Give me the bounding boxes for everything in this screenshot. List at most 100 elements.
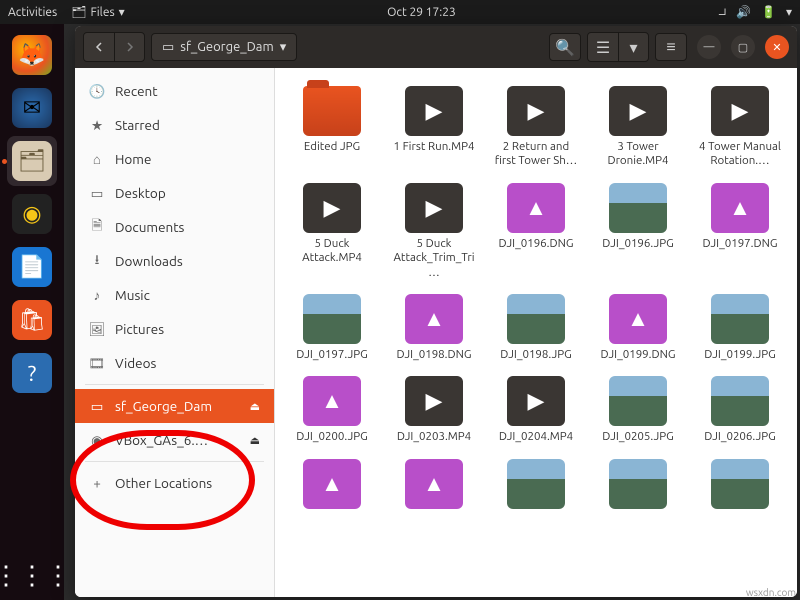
sidebar-mount-vbox[interactable]: ◉VBox_GAs_6.…⏏: [75, 423, 274, 457]
forward-button[interactable]: [114, 33, 144, 61]
file-label: 4 Tower Manual Rotation.…: [695, 140, 785, 169]
sidebar-videos[interactable]: 🎞Videos: [75, 346, 274, 380]
dock-help[interactable]: ?: [7, 348, 57, 398]
path-bar[interactable]: ▭ sf_George_Dam ▾: [151, 33, 297, 61]
menu-button[interactable]: ≡: [655, 33, 687, 61]
file-item[interactable]: ▶4 Tower Manual Rotation.…: [691, 82, 789, 173]
search-icon: 🔍: [555, 38, 575, 57]
file-item[interactable]: ▶ DJI_0203.MP4: [385, 372, 483, 448]
clock-icon: 🕓: [89, 83, 105, 100]
drive-icon: ▭: [162, 40, 174, 55]
hamburger-icon: ≡: [666, 38, 675, 57]
video-icon: ▶: [507, 86, 565, 136]
chevron-down-icon[interactable]: ▾: [786, 5, 792, 19]
sidebar-starred[interactable]: ★Starred: [75, 108, 274, 142]
dock-firefox[interactable]: 🦊: [7, 30, 57, 80]
file-item[interactable]: ▲: [283, 455, 381, 517]
documents-icon: 🗎: [89, 216, 105, 239]
plus-icon: +: [89, 475, 105, 491]
maximize-button[interactable]: ▢: [731, 35, 755, 59]
sidebar-mount-sf-george-dam[interactable]: ▭sf_George_Dam⏏: [75, 389, 274, 423]
file-item[interactable]: ▲DJI_0199.DNG: [589, 290, 687, 366]
app-menu[interactable]: 🗂 Files ▾: [71, 5, 124, 19]
file-item[interactable]: ▶1 First Run.MP4: [385, 82, 483, 173]
file-label: Edited JPG: [304, 140, 360, 154]
activities-button[interactable]: Activities: [8, 6, 57, 19]
file-item[interactable]: ▶ 3 Tower Dronie.MP4: [589, 82, 687, 173]
file-item[interactable]: DJI_0199.JPG: [691, 290, 789, 366]
sidebar-home[interactable]: ⌂Home: [75, 142, 274, 176]
battery-icon[interactable]: 🔋: [761, 5, 776, 19]
drive-icon: ▭: [89, 398, 105, 415]
file-item[interactable]: [691, 455, 789, 517]
file-item[interactable]: ▲DJI_0196.DNG: [487, 179, 585, 284]
download-icon: ⭳: [89, 250, 105, 273]
file-item[interactable]: Edited JPG: [283, 82, 381, 173]
file-label: DJI_0197.JPG: [296, 348, 367, 362]
network-icon[interactable]: ⯾: [718, 3, 726, 21]
sidebar-recent[interactable]: 🕓Recent: [75, 74, 274, 108]
file-label: 2 Return and first Tower Sh…: [491, 140, 581, 169]
close-button[interactable]: ✕: [765, 35, 789, 59]
file-item[interactable]: DJI_0196.JPG: [589, 179, 687, 284]
star-icon: ★: [89, 117, 105, 134]
file-item[interactable]: [589, 455, 687, 517]
dock-rhythmbox[interactable]: ◉: [7, 189, 57, 239]
dock-software[interactable]: 🛍: [7, 295, 57, 345]
search-button[interactable]: 🔍: [549, 33, 581, 61]
file-item[interactable]: ▶DJI_0204.MP4: [487, 372, 585, 448]
file-label: DJI_0203.MP4: [397, 430, 471, 444]
minimize-button[interactable]: —: [697, 35, 721, 59]
video-icon: ▶: [609, 86, 667, 136]
file-item[interactable]: DJI_0197.JPG: [283, 290, 381, 366]
file-label: 1 First Run.MP4: [394, 140, 475, 154]
clock[interactable]: Oct 29 17:23: [125, 6, 719, 19]
thumb-icon: [609, 459, 667, 509]
file-label: DJI_0197.DNG: [703, 237, 778, 251]
music-icon: ♪: [89, 287, 105, 303]
view-list-button[interactable]: ☰: [588, 33, 618, 61]
sidebar-music[interactable]: ♪Music: [75, 278, 274, 312]
dock-show-apps[interactable]: ⋮⋮⋮: [7, 550, 57, 600]
dock-writer[interactable]: 📄: [7, 242, 57, 292]
file-item[interactable]: ▲DJI_0197.DNG: [691, 179, 789, 284]
file-item[interactable]: DJI_0198.JPG: [487, 290, 585, 366]
gnome-topbar: Activities 🗂 Files ▾ Oct 29 17:23 ⯾ 🔊 🔋 …: [0, 0, 800, 24]
sidebar: 🕓Recent ★Starred ⌂Home ▭Desktop 🗎Documen…: [75, 68, 275, 597]
file-item[interactable]: ▲: [385, 455, 483, 517]
file-label: DJI_0198.JPG: [500, 348, 571, 362]
eject-icon[interactable]: ⏏: [250, 400, 260, 413]
file-item[interactable]: DJI_0205.JPG: [589, 372, 687, 448]
sidebar-documents[interactable]: 🗎Documents: [75, 210, 274, 244]
pictures-icon: 🖼: [89, 321, 105, 338]
file-label: DJI_0199.JPG: [704, 348, 775, 362]
home-icon: ⌂: [89, 151, 105, 167]
file-item[interactable]: ▲DJI_0200.JPG: [283, 372, 381, 448]
thumb-icon: [609, 376, 667, 426]
file-label: 3 Tower Dronie.MP4: [593, 140, 683, 169]
image-icon: ▲: [303, 459, 361, 509]
file-item[interactable]: ▶ 2 Return and first Tower Sh…: [487, 82, 585, 173]
file-label: DJI_0200.JPG: [296, 430, 367, 444]
video-icon: ▶: [405, 376, 463, 426]
image-icon: ▲: [405, 294, 463, 344]
file-item[interactable]: ▶5 Duck Attack_Trim_Tri…: [385, 179, 483, 284]
dock-thunderbird[interactable]: ✉: [7, 83, 57, 133]
file-item[interactable]: ▲DJI_0198.DNG: [385, 290, 483, 366]
sidebar-desktop[interactable]: ▭Desktop: [75, 176, 274, 210]
sidebar-pictures[interactable]: 🖼Pictures: [75, 312, 274, 346]
eject-icon[interactable]: ⏏: [250, 434, 260, 447]
back-button[interactable]: [84, 33, 114, 61]
image-icon: ▲: [507, 183, 565, 233]
thumb-icon: [711, 376, 769, 426]
dock-files[interactable]: 🗂: [7, 136, 57, 186]
file-label: DJI_0199.DNG: [601, 348, 676, 362]
file-item[interactable]: DJI_0206.JPG: [691, 372, 789, 448]
sidebar-other-locations[interactable]: +Other Locations: [75, 466, 274, 500]
file-item[interactable]: [487, 455, 585, 517]
sidebar-downloads[interactable]: ⭳Downloads: [75, 244, 274, 278]
file-item[interactable]: ▶5 Duck Attack.MP4: [283, 179, 381, 284]
view-options-button[interactable]: ▾: [618, 33, 648, 61]
volume-icon[interactable]: 🔊: [736, 5, 751, 19]
thumb-icon: [711, 294, 769, 344]
